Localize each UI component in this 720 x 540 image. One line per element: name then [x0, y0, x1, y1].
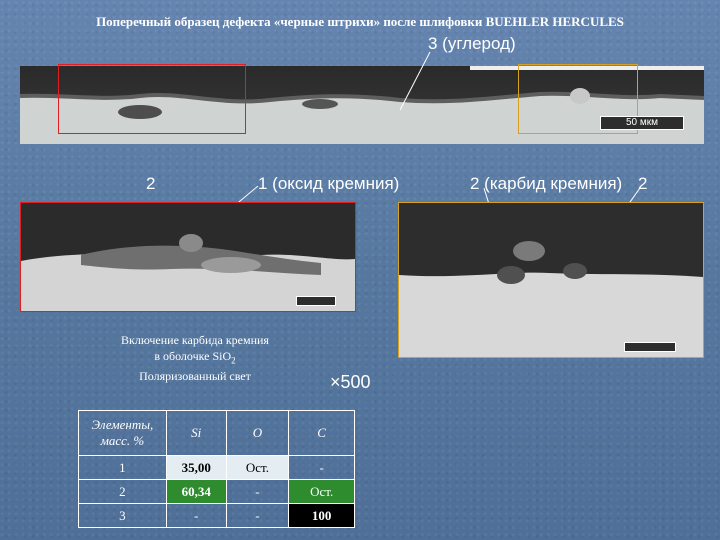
right-micrograph — [398, 202, 704, 358]
header-elements: Элементы, масс. % — [78, 410, 167, 456]
right-micrograph-image — [399, 203, 703, 357]
caption-line-1: Включение карбида кремния — [121, 333, 269, 347]
row-number: 2 — [78, 479, 167, 504]
cell-c: Ост. — [288, 479, 355, 504]
caption: Включение карбида кремния в оболочке SiO… — [90, 332, 300, 384]
header-si: Si — [165, 410, 227, 456]
table-row: 1 35,00 Ост. - — [78, 455, 355, 480]
caption-line-3: Поляризованный свет — [139, 369, 251, 384]
table-header-row: Элементы, масс. % Si O C — [78, 410, 355, 456]
cell-c: - — [288, 455, 355, 480]
cell-o: - — [225, 479, 290, 504]
row-number: 3 — [78, 503, 167, 528]
row-number: 1 — [78, 455, 167, 480]
cell-c: 100 — [288, 503, 355, 528]
elements-table: Элементы, масс. % Si O C 1 35,00 Ост. - … — [78, 410, 355, 528]
table-row: 3 - - 100 — [78, 503, 355, 528]
cell-o: - — [225, 503, 290, 528]
scale-bar-left — [296, 296, 336, 306]
cell-si: 35,00 — [165, 455, 227, 480]
header-o: O — [225, 410, 290, 456]
cell-si: - — [165, 503, 227, 528]
cell-o: Ост. — [225, 455, 290, 480]
caption-line-2: в оболочке SiO2 — [154, 349, 236, 366]
left-micrograph-image — [21, 203, 355, 311]
cell-si: 60,34 — [165, 479, 227, 504]
header-c: C — [288, 410, 355, 456]
table-row: 2 60,34 - Ост. — [78, 479, 355, 504]
scale-bar-right — [624, 342, 676, 352]
